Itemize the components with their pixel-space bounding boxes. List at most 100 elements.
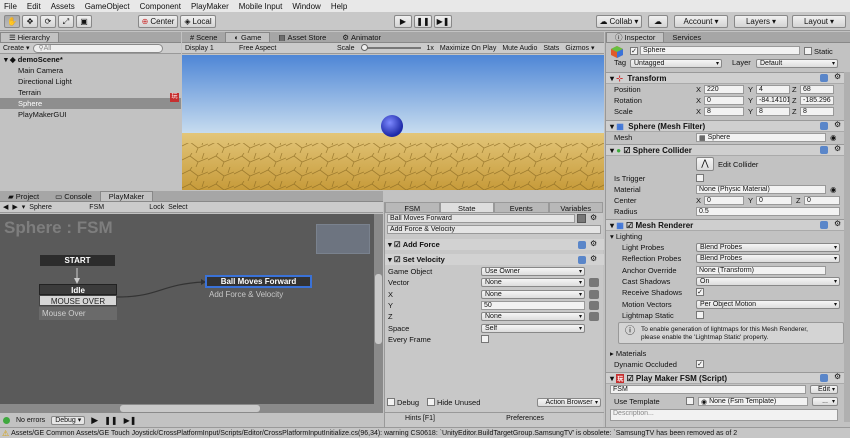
scale-slider-thumb[interactable] [360,44,368,51]
renderer-dropdown[interactable]: Blend Probes [696,243,840,252]
game-viewport[interactable] [182,55,604,190]
tab-console[interactable]: ▭ Console [47,191,100,201]
pivot-local-button[interactable]: ◈ Local [180,15,216,28]
back-arrow-icon[interactable]: ◀ [3,203,8,211]
rotation-z-field[interactable]: -185.296 [800,96,834,105]
renderer-checkbox[interactable]: ✓ [696,288,704,297]
cloud-button[interactable]: ☁ [648,15,668,28]
field-value[interactable]: 50 [481,300,585,310]
variable-toggle-icon[interactable] [589,300,599,310]
enabled-check-icon[interactable]: ☑ [623,146,630,155]
field-dropdown[interactable]: Use Owner [481,267,585,276]
position-z-field[interactable]: 68 [800,85,834,94]
field-dropdown[interactable]: None [481,278,585,288]
move-tool-button[interactable]: ✥ [22,15,38,28]
sphere-collider-header[interactable]: ▾ ● ☑ Sphere Collider [606,144,846,156]
tab-animator[interactable]: ⚙ Animator [334,32,389,42]
object-picker-icon[interactable]: ◉ [830,132,837,143]
display-dropdown[interactable]: Display 1 [185,45,233,52]
gear-icon[interactable]: ⚙ [590,213,597,222]
tab-inspector[interactable]: ⓘ Inspector [606,32,665,42]
menu-item-file[interactable]: File [4,2,17,11]
help-book-icon[interactable] [578,256,586,264]
lock-button[interactable]: Lock [149,204,164,211]
fsm-vscroll-thumb[interactable] [375,274,382,344]
renderer-dropdown[interactable]: Blend Probes [696,254,840,264]
gear-icon[interactable]: ⚙ [834,120,841,129]
help-book-icon[interactable] [820,221,828,229]
enabled-check-icon[interactable]: ☑ [627,374,634,383]
hierarchy-item[interactable]: Terrain [0,87,181,98]
scale-tool-button[interactable]: ⤢ [58,15,74,28]
renderer-checkbox[interactable] [696,310,704,319]
enabled-check-icon[interactable]: ☑ [394,240,401,249]
dynamic-occluded-checkbox[interactable]: ✓ [696,360,704,368]
fsm-dropdown[interactable]: FSM [89,204,145,211]
static-checkbox[interactable] [804,47,812,55]
create-button[interactable]: Create ▾ [3,44,29,52]
renderer-dropdown[interactable]: Per Object Motion [696,299,840,309]
stats-toggle[interactable]: Stats [543,45,559,52]
center-y-field[interactable]: 0 [756,196,792,205]
step-button[interactable]: ▶❚ [434,15,452,28]
action-browser-button[interactable]: Action Browser [537,398,601,407]
menu-item-playmaker[interactable]: PlayMaker [191,2,229,11]
state-color-swatch[interactable] [577,214,586,223]
position-x-field[interactable]: 220 [704,85,744,94]
menu-item-window[interactable]: Window [292,2,320,11]
scale-slider[interactable] [360,44,421,51]
menu-item-edit[interactable]: Edit [27,2,41,11]
scale-x-field[interactable]: 8 [704,107,744,116]
hierarchy-item[interactable]: PlayMakerGUI [0,109,181,120]
play-button[interactable]: ▶ [394,15,412,28]
playmaker-badge-icon[interactable]: 玩 [170,93,179,102]
scale-y-field[interactable]: 8 [756,107,790,116]
use-template-checkbox[interactable] [686,397,694,405]
state-tab-variables[interactable]: Variables [548,202,603,213]
tab-scene[interactable]: # Scene [182,32,225,42]
center-z-field[interactable]: 0 [804,196,840,205]
field-dropdown[interactable]: None [481,289,585,299]
hierarchy-search-input[interactable]: ⚲ All [33,43,164,53]
layers-dropdown[interactable]: Layers ▾ [734,15,788,28]
scene-row[interactable]: ▾ ◆ demoScene* [0,54,181,65]
layout-dropdown[interactable]: Layout ▾ [792,15,846,28]
mesh-renderer-header[interactable]: ▾ ▦ ☑ Mesh Renderer [606,219,846,231]
fsm-description-field[interactable]: Description... [610,409,838,421]
every-frame-checkbox[interactable] [481,334,489,343]
gameobject-name-field[interactable]: Sphere [640,46,800,55]
physic-material-field[interactable]: None (Physic Material) [696,185,826,194]
tag-dropdown[interactable]: Untagged [630,59,722,68]
tab-asset-store[interactable]: ▤ Asset Store [270,32,334,42]
help-book-icon[interactable] [820,74,828,82]
fsm-vertical-scrollbar[interactable] [374,214,383,414]
variable-toggle-icon[interactable] [589,312,599,322]
hide-unused-checkbox[interactable] [427,398,435,406]
template-field[interactable]: ◉ None (Fsm Template) [698,397,808,406]
menu-item-assets[interactable]: Assets [51,2,75,11]
state-name-field[interactable]: Ball Moves Forward [387,214,575,223]
fsm-name-field[interactable]: FSM [610,385,806,394]
menu-item-help[interactable]: Help [331,2,347,11]
edit-collider-button[interactable]: ⋀ [696,157,714,171]
pause-button[interactable]: ❚❚ [414,15,432,28]
fsm-idle-event[interactable]: MOUSE OVER [39,295,117,306]
tab-services[interactable]: Services [664,32,709,42]
rect-tool-button[interactable]: ▣ [76,15,92,28]
forward-arrow-icon[interactable]: ▶ [12,203,17,211]
maximize-on-play-toggle[interactable]: Maximize On Play [440,45,496,52]
help-book-icon[interactable] [820,374,828,382]
tab-hierarchy[interactable]: ☰ Hierarchy [0,32,59,42]
variable-toggle-icon[interactable] [589,289,599,299]
position-y-field[interactable]: 4 [756,85,790,94]
mute-audio-toggle[interactable]: Mute Audio [502,45,537,52]
account-button[interactable]: Account ▾ [674,15,728,28]
scale-z-field[interactable]: 8 [800,107,834,116]
help-book-icon[interactable] [578,241,586,249]
fsm-state-idle[interactable]: Idle [39,284,117,295]
debug-play-icon[interactable]: ▶ [91,415,98,426]
hierarchy-item[interactable]: Sphere [0,98,181,109]
anchor-override-field[interactable]: None (Transform) [696,265,826,275]
gear-icon[interactable]: ⚙ [834,144,841,153]
gear-icon[interactable]: ⚙ [590,254,597,263]
